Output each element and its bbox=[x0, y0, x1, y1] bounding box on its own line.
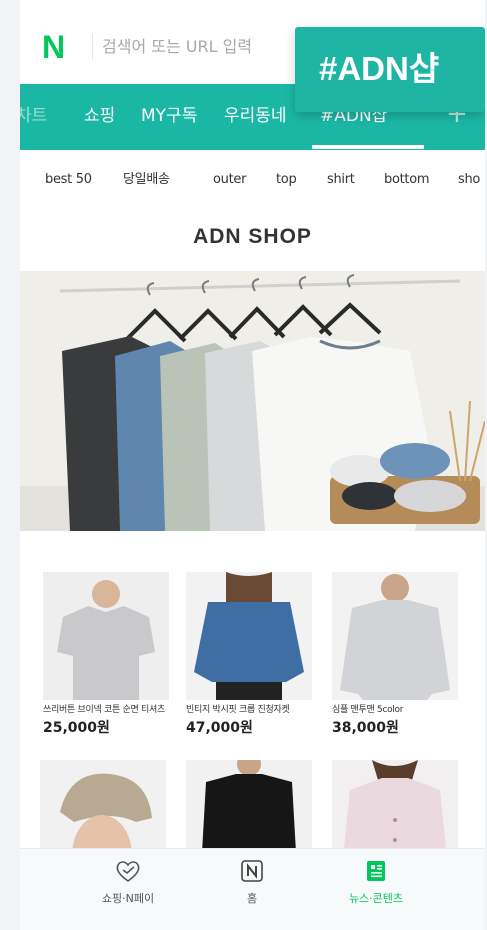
category-shirt[interactable]: shirt bbox=[327, 170, 355, 190]
naver-home-icon bbox=[241, 860, 263, 882]
product-name[interactable]: 쓰리버튼 브이넥 코튼 순면 티셔츠 bbox=[43, 704, 171, 716]
tab-shopping[interactable]: 쇼핑 bbox=[84, 104, 115, 128]
search-input[interactable]: 검색어 또는 URL 입력 bbox=[102, 34, 252, 60]
bottom-nav-label: 쇼핑·N페이 bbox=[101, 892, 155, 905]
bottom-navigation: 쇼핑·N페이 홈 뉴스·콘텐츠 bbox=[20, 848, 485, 930]
bottom-nav-shopping[interactable]: 쇼핑·N페이 bbox=[68, 857, 188, 907]
product-card[interactable]: 심플 맨투맨 5color 38,000원 bbox=[332, 572, 460, 738]
news-icon bbox=[367, 861, 385, 881]
bottom-nav-news[interactable]: 뉴스·콘텐츠 bbox=[316, 857, 436, 907]
product-image[interactable] bbox=[186, 572, 312, 700]
phone-screen: N 검색어 또는 URL 입력 차트 쇼핑 MY구독 우리동네 #ADN샵 + … bbox=[20, 0, 485, 930]
hero-image bbox=[20, 271, 485, 531]
category-bottom[interactable]: bottom bbox=[384, 170, 430, 190]
product-name[interactable]: 심플 맨투맨 5color bbox=[332, 704, 460, 716]
bottom-nav-label: 뉴스·콘텐츠 bbox=[348, 892, 404, 905]
denim-jacket-image bbox=[186, 572, 312, 700]
category-top[interactable]: top bbox=[276, 170, 297, 190]
sweatshirt-image bbox=[332, 572, 458, 700]
product-image[interactable] bbox=[332, 572, 458, 700]
category-same-day[interactable]: 당일배송 bbox=[123, 170, 170, 190]
bottom-nav-home[interactable]: 홈 bbox=[192, 857, 312, 907]
bottom-nav-label: 홈 bbox=[246, 892, 258, 905]
product-image[interactable] bbox=[43, 572, 169, 700]
product-name[interactable]: 빈티지 박시핏 크롭 진청자켓 bbox=[186, 704, 314, 716]
product-card[interactable]: 빈티지 박시핏 크롭 진청자켓 47,000원 bbox=[186, 572, 314, 738]
tshirt-image bbox=[43, 572, 169, 700]
active-tab-underline bbox=[312, 145, 424, 149]
category-outer[interactable]: outer bbox=[213, 170, 246, 190]
category-best50[interactable]: best 50 bbox=[45, 170, 92, 190]
search-divider bbox=[92, 34, 93, 60]
heart-check-icon bbox=[116, 861, 140, 882]
category-more[interactable]: sho bbox=[458, 170, 480, 190]
callout-text: #ADN샵 bbox=[319, 50, 440, 87]
page-title: ADN SHOP bbox=[193, 225, 312, 248]
tab-my-subscription[interactable]: MY구독 bbox=[141, 104, 197, 128]
product-price: 47,000원 bbox=[186, 720, 253, 736]
naver-logo[interactable]: N bbox=[42, 30, 65, 64]
product-price: 25,000원 bbox=[43, 720, 110, 736]
hero-banner[interactable] bbox=[20, 271, 485, 531]
tab-chart[interactable]: 차트 bbox=[20, 104, 47, 128]
category-bar: best 50 당일배송 outer top shirt bottom sho bbox=[20, 150, 485, 210]
product-price: 38,000원 bbox=[332, 720, 399, 736]
tab-neighborhood[interactable]: 우리동네 bbox=[224, 104, 287, 128]
adn-shop-callout: #ADN샵 bbox=[295, 27, 485, 112]
product-card[interactable]: 쓰리버튼 브이넥 코튼 순면 티셔츠 25,000원 bbox=[43, 572, 171, 738]
